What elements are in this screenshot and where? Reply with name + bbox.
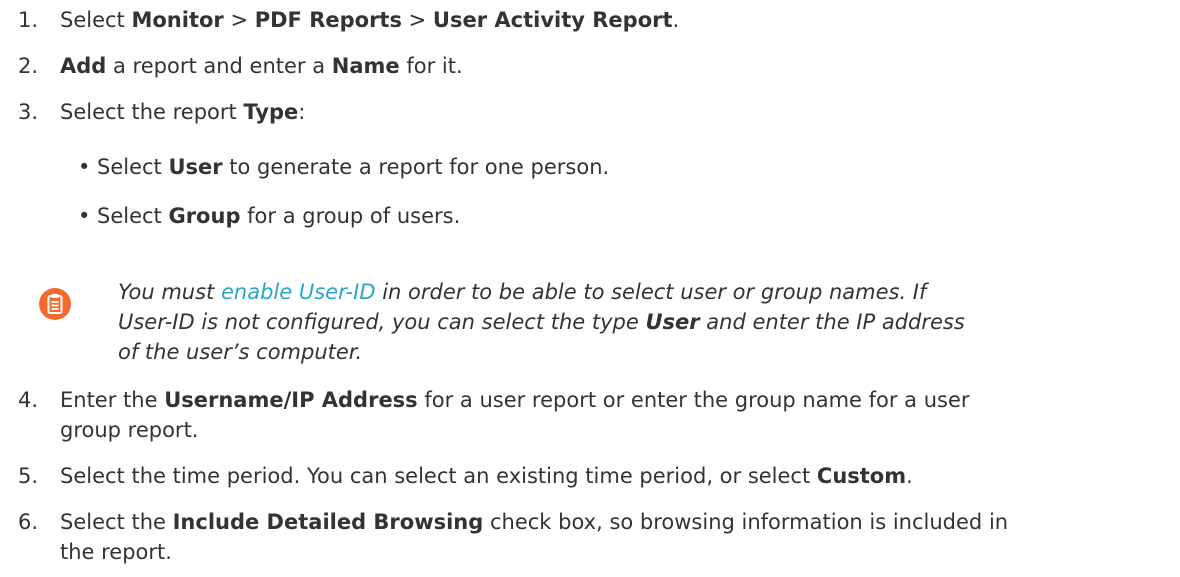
step-text: Select the time period. You can select a… <box>60 464 913 488</box>
ui-term-add: Add <box>60 54 107 78</box>
ui-term-pdf-reports: PDF Reports <box>254 8 402 32</box>
bullet-text: Select Group for a group of users. <box>97 204 461 228</box>
step-number: 6. <box>18 510 39 534</box>
step-number: 5. <box>18 464 39 488</box>
step-text: Select the report Type: <box>60 100 306 124</box>
ui-term-custom: Custom <box>816 464 907 488</box>
enable-user-id-link[interactable]: enable User-ID <box>221 280 376 304</box>
note-callout: You must enable User-ID in order to be a… <box>38 277 1158 377</box>
bullet-glyph: • <box>78 204 91 228</box>
ui-term-include-detailed-browsing: Include Detailed Browsing <box>172 510 484 534</box>
ui-term-user: User <box>645 310 700 334</box>
bullet-text: Select User to generate a report for one… <box>97 155 610 179</box>
step-number: 1. <box>18 8 39 32</box>
ui-term-type: Type <box>243 100 299 124</box>
step-text: Select Monitor > PDF Reports > User Acti… <box>60 8 680 32</box>
note-text: You must enable User-ID in order to be a… <box>118 280 965 364</box>
ui-term-name: Name <box>331 54 400 78</box>
bullet-glyph: • <box>78 155 91 179</box>
step-number: 2. <box>18 54 39 78</box>
clipboard-note-icon <box>38 287 72 321</box>
step-text: Add a report and enter a Name for it. <box>60 54 463 78</box>
step-number: 4. <box>18 388 39 412</box>
ui-term-user-activity-report: User Activity Report <box>432 8 673 32</box>
ui-term-username-ip-address: Username/IP Address <box>164 388 418 412</box>
step-number: 3. <box>18 100 39 124</box>
ui-term-monitor: Monitor <box>131 8 224 32</box>
step-text: Enter the Username/IP Address for a user… <box>60 388 970 442</box>
ui-term-group: Group <box>168 204 241 228</box>
ui-term-user: User <box>168 155 223 179</box>
step-text: Select the Include Detailed Browsing che… <box>60 510 1009 564</box>
